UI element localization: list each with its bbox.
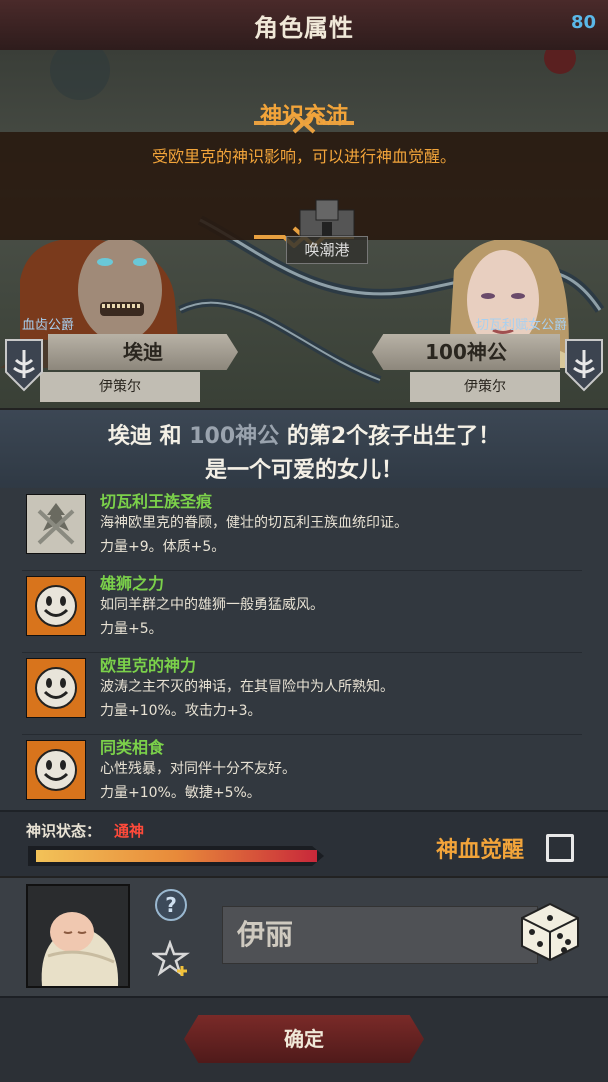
trait-name: 切瓦利王族圣痕 — [100, 492, 213, 511]
trait-desc: 心性残暴，对同伴十分不友好。 — [100, 761, 296, 777]
status-label: 神识状态： — [26, 822, 102, 840]
event-text: 受欧里克的神识影响，可以进行神血觉醒。 — [151, 147, 456, 166]
father-clan: 伊策尔 — [40, 372, 200, 402]
page-title: 角色属性 — [254, 14, 354, 42]
announce-rest: 的第2个孩子出生了！ — [279, 424, 501, 449]
mother-rank: 切瓦利赋女公爵 — [476, 318, 568, 333]
confirm-button[interactable]: 确定 — [184, 1015, 424, 1063]
trait-stat: 力量+10%。敏捷+5%。 — [100, 785, 261, 801]
awaken-label[interactable]: 神血觉醒 — [436, 832, 524, 864]
counter-value: 80 — [570, 12, 596, 33]
trait-stat: 力量+10%。攻击力+3。 — [100, 703, 262, 719]
baby-portrait[interactable] — [26, 884, 130, 988]
trait-desc: 海神欧里克的眷顾，健壮的切瓦利王族血统印证。 — [100, 515, 408, 531]
trait-name: 同类相食 — [100, 738, 165, 757]
mother-clan: 伊策尔 — [410, 372, 560, 402]
trait-desc: 波涛之主不灭的神话，在其冒险中为人所熟知。 — [100, 679, 394, 695]
star-add-icon[interactable] — [152, 940, 190, 978]
smiley-icon — [26, 576, 86, 636]
trait-item[interactable]: 雄狮之力 如同羊群之中的雄狮一般勇猛威风。 力量+5。 — [22, 570, 582, 653]
dice-icon[interactable] — [518, 900, 582, 964]
trait-stat: 力量+5。 — [100, 621, 163, 637]
smiley-icon — [26, 658, 86, 718]
mother-name: 100神公 — [372, 334, 560, 370]
trait-item[interactable]: 同类相食 心性残暴，对同伴十分不友好。 力量+10%。敏捷+5%。 — [22, 734, 582, 816]
announcement-line-1: 埃迪 和 100神公 的第2个孩子出生了！ — [0, 418, 608, 450]
clan-shield-icon[interactable] — [564, 338, 604, 392]
crest-icon — [26, 494, 86, 554]
clan-shield-icon[interactable] — [4, 338, 44, 392]
father-rank: 血齿公爵 — [22, 318, 75, 333]
trait-name: 雄狮之力 — [100, 574, 165, 593]
trait-desc: 如同羊群之中的雄狮一般勇猛威风。 — [100, 597, 324, 613]
announce-father: 埃迪 — [107, 424, 152, 449]
trait-list: 切瓦利王族圣痕 海神欧里克的眷顾，健壮的切瓦利王族血统印证。 力量+9。体质+5… — [0, 488, 608, 810]
trait-item[interactable]: 切瓦利王族圣痕 海神欧里克的眷顾，健壮的切瓦利王族血统印证。 力量+9。体质+5… — [22, 488, 582, 571]
announcement-line-2: 是一个可爱的女儿！ — [204, 458, 403, 483]
trait-stat: 力量+9。体质+5。 — [100, 539, 226, 555]
status-value: 通神 — [114, 822, 145, 840]
trait-name: 欧里克的神力 — [100, 656, 197, 675]
svg-text:?: ? — [165, 893, 177, 917]
father-name: 埃迪 — [48, 334, 238, 370]
help-icon[interactable]: ? — [154, 888, 188, 922]
child-name-field[interactable]: 伊丽 — [222, 906, 538, 964]
status-bar-fill — [36, 850, 317, 862]
smiley-icon — [26, 740, 86, 800]
awaken-checkbox[interactable] — [546, 834, 574, 862]
trait-item[interactable]: 欧里克的神力 波涛之主不灭的神话，在其冒险中为人所熟知。 力量+10%。攻击力+… — [22, 652, 582, 735]
announce-mother: 100神公 — [189, 424, 280, 449]
announce-and: 和 — [151, 424, 190, 449]
castle-icon — [299, 199, 355, 236]
event-title: 神识充沛 — [259, 104, 348, 129]
location-label[interactable]: 唤潮港 — [286, 236, 368, 264]
